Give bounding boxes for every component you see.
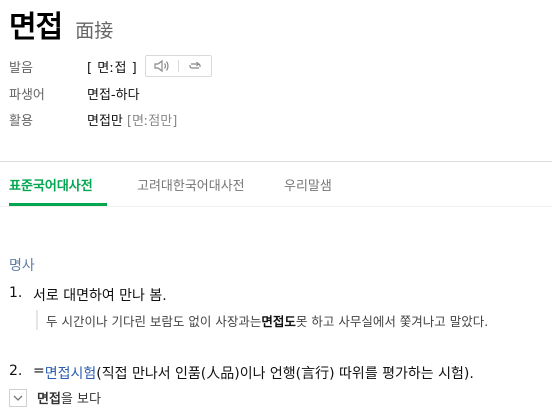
repeat-icon[interactable] bbox=[179, 56, 211, 76]
inflection-row: 활용 면접만 [면ː점만] bbox=[9, 110, 177, 129]
derivative-label: 파생어 bbox=[9, 88, 45, 103]
sense-number: 1. bbox=[9, 285, 23, 301]
derivative-row: 파생어 면접-하다 bbox=[9, 84, 140, 103]
tabs-bottom-divider bbox=[0, 206, 552, 207]
tab-standard-dictionary[interactable]: 표준국어대사전 bbox=[9, 175, 93, 194]
inflection-value: 면접만 bbox=[87, 114, 123, 129]
pronunciation-value: [ 면ː접 ] bbox=[87, 60, 138, 76]
sense-definition: (직접 만나서 인품(人品)이나 언행(言行) 따위를 평가하는 시험). bbox=[96, 366, 474, 382]
pronunciation-label: 발음 bbox=[9, 60, 33, 76]
collocation-text: 을 보다 bbox=[60, 392, 101, 407]
entry-header: 면접 面接 bbox=[9, 2, 113, 46]
headword-title: 면접 bbox=[9, 10, 63, 45]
tabs-top-divider bbox=[0, 161, 552, 162]
tab-korea-university-dictionary[interactable]: 고려대한국어대사전 bbox=[137, 175, 245, 194]
pronunciation-row: 발음 [ 면ː접 ] bbox=[9, 55, 213, 77]
synonym-marker: = bbox=[33, 363, 45, 379]
sense-2: 2. = 면접시험 (직접 만나서 인품(人品)이나 언행(言行) 따위를 평가하는… bbox=[9, 363, 474, 383]
synonym-link[interactable]: 면접시험 bbox=[45, 363, 97, 383]
collocation-row[interactable]: 면접 을 보다 bbox=[9, 388, 101, 407]
example-highlight: 면접도 bbox=[261, 313, 296, 329]
chevron-down-icon[interactable] bbox=[9, 388, 27, 407]
sense-1: 1. 서로 대면하여 만나 봄. bbox=[9, 285, 167, 305]
example-sentence: 두 시간이나 기다린 보람도 없이 사장과는 면접도 못 하고 사무실에서 쫓겨… bbox=[36, 310, 488, 330]
tab-urimalsaem[interactable]: 우리말샘 bbox=[284, 175, 332, 194]
inflection-pronunciation: [면ː점만] bbox=[126, 114, 178, 129]
headword-hanja: 面接 bbox=[75, 20, 114, 42]
inflection-label: 활용 bbox=[9, 114, 33, 129]
sense-definition: 서로 대면하여 만나 봄. bbox=[33, 288, 167, 304]
part-of-speech: 명사 bbox=[9, 258, 35, 274]
derivative-value[interactable]: 면접-하다 bbox=[87, 84, 140, 103]
collocation-word: 면접 bbox=[37, 392, 61, 407]
sense-number: 2. bbox=[9, 363, 23, 379]
example-text-end: 못 하고 사무실에서 쫓겨나고 말았다. bbox=[295, 313, 489, 329]
speaker-icon[interactable] bbox=[146, 56, 178, 76]
audio-controls bbox=[145, 55, 213, 77]
example-text-start: 두 시간이나 기다린 보람도 없이 사장과는 bbox=[46, 313, 262, 329]
